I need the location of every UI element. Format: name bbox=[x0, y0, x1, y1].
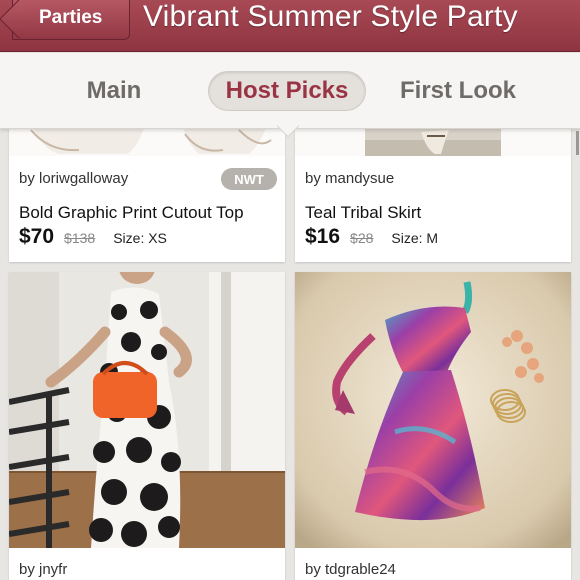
listing-card[interactable]: by mandysue Teal Tribal Skirt $16 $28 Si… bbox=[295, 110, 571, 262]
price-row: $70 $138 Size: XS bbox=[19, 225, 167, 249]
parties-back-button[interactable]: Parties bbox=[0, 0, 130, 40]
listing-card[interactable]: by jnyfr bbox=[9, 272, 285, 580]
tab-main[interactable]: Main bbox=[70, 71, 158, 111]
listing-photo[interactable] bbox=[9, 272, 285, 548]
price-row: $16 $28 Size: M bbox=[305, 225, 438, 249]
price: $16 bbox=[305, 225, 341, 248]
page-title: Vibrant Summer Style Party bbox=[143, 0, 518, 33]
back-button-label: Parties bbox=[39, 7, 103, 28]
seller-name[interactable]: by jnyfr bbox=[19, 561, 67, 578]
seller-name[interactable]: by loriwgalloway bbox=[19, 170, 128, 187]
original-price: $28 bbox=[350, 230, 374, 246]
original-price: $138 bbox=[64, 230, 96, 246]
seller-name[interactable]: by tdgrable24 bbox=[305, 561, 396, 578]
size-label: Size: XS bbox=[113, 230, 167, 246]
nwt-badge: NWT bbox=[221, 168, 277, 190]
price: $70 bbox=[19, 225, 55, 248]
tab-host-picks[interactable]: Host Picks bbox=[208, 71, 366, 111]
seller-name[interactable]: by mandysue bbox=[305, 170, 394, 187]
listing-card[interactable]: by loriwgalloway NWT Bold Graphic Print … bbox=[9, 110, 285, 262]
tab-first-look[interactable]: First Look bbox=[398, 71, 518, 111]
listing-photo[interactable] bbox=[295, 272, 571, 548]
back-arrow-icon bbox=[0, 0, 39, 39]
size-label: Size: M bbox=[391, 230, 439, 246]
listing-title[interactable]: Teal Tribal Skirt bbox=[305, 203, 421, 223]
listing-card[interactable]: by tdgrable24 bbox=[295, 272, 571, 580]
scroll-edge-indicator bbox=[576, 131, 579, 155]
listing-title[interactable]: Bold Graphic Print Cutout Top bbox=[19, 203, 244, 223]
header-bar: Parties Vibrant Summer Style Party bbox=[0, 0, 580, 52]
